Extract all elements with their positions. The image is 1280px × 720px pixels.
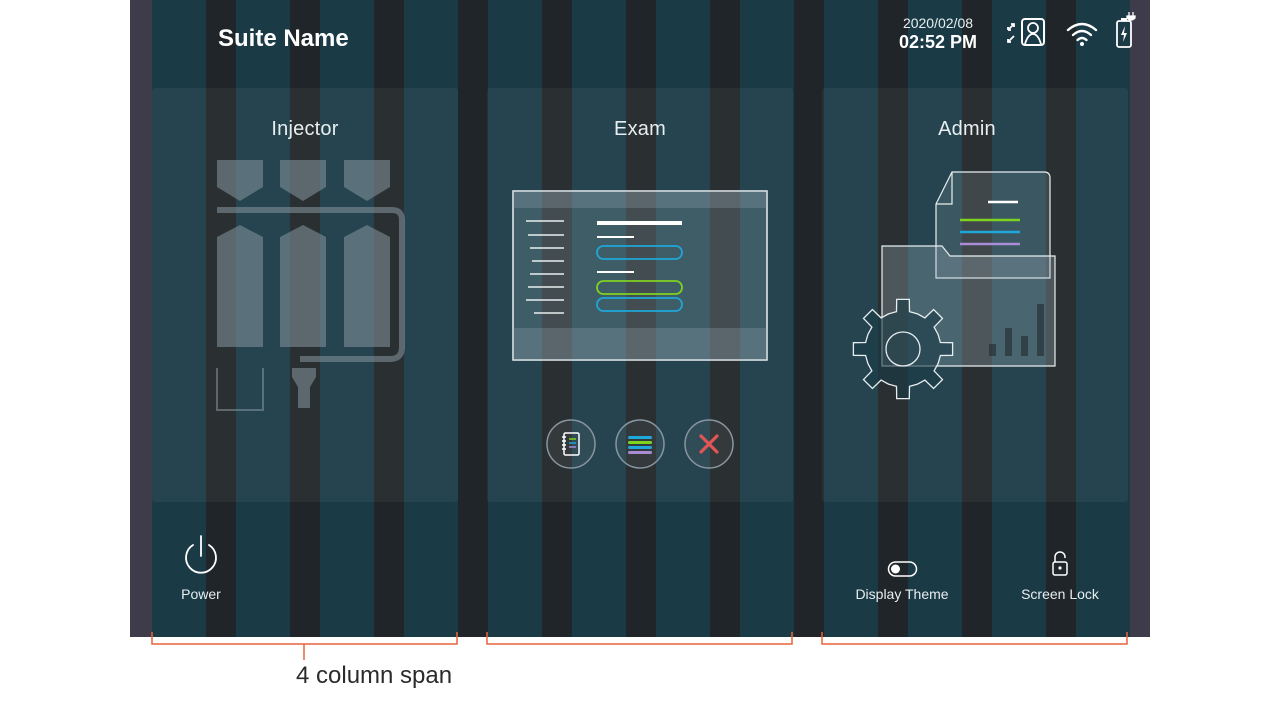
battery-charging-icon: [1116, 12, 1136, 48]
display-theme-label[interactable]: Display Theme: [846, 586, 958, 602]
admin-title: Admin: [938, 118, 996, 140]
screen-lock-label[interactable]: Screen Lock: [1008, 586, 1112, 602]
exam-screen-icon: [512, 190, 768, 361]
cancel-exam-button[interactable]: [684, 419, 734, 469]
column-span-brackets: [151, 632, 1128, 660]
notebook-button[interactable]: [546, 419, 596, 469]
bracket-admin: [821, 632, 1128, 645]
time-display: 02:52 PM: [898, 32, 978, 52]
close-x-icon: [684, 419, 734, 469]
bracket-injector: [151, 632, 458, 645]
power-label[interactable]: Power: [166, 586, 236, 602]
unlock-icon[interactable]: [1050, 550, 1070, 578]
bracket-exam: [486, 632, 793, 645]
admin-settings-icon: [852, 171, 1056, 400]
wifi-icon: [1066, 22, 1098, 46]
notebook-icon: [546, 419, 596, 469]
injector-syringes-icon: [216, 160, 405, 411]
device-screen: Suite Name 2020/02/08 02:52 PM Injector …: [130, 0, 1150, 637]
protocol-list-icon: [615, 419, 665, 469]
injector-title: Injector: [271, 118, 339, 140]
power-icon[interactable]: [182, 534, 220, 578]
column-span-caption: 4 column span: [296, 662, 453, 689]
patient-link-icon[interactable]: [1004, 16, 1048, 50]
protocol-list-button[interactable]: [615, 419, 665, 469]
date-display: 2020/02/08: [902, 15, 974, 31]
exam-title: Exam: [614, 118, 666, 140]
suite-name: Suite Name: [218, 25, 349, 52]
display-theme-toggle-icon[interactable]: [887, 560, 919, 578]
